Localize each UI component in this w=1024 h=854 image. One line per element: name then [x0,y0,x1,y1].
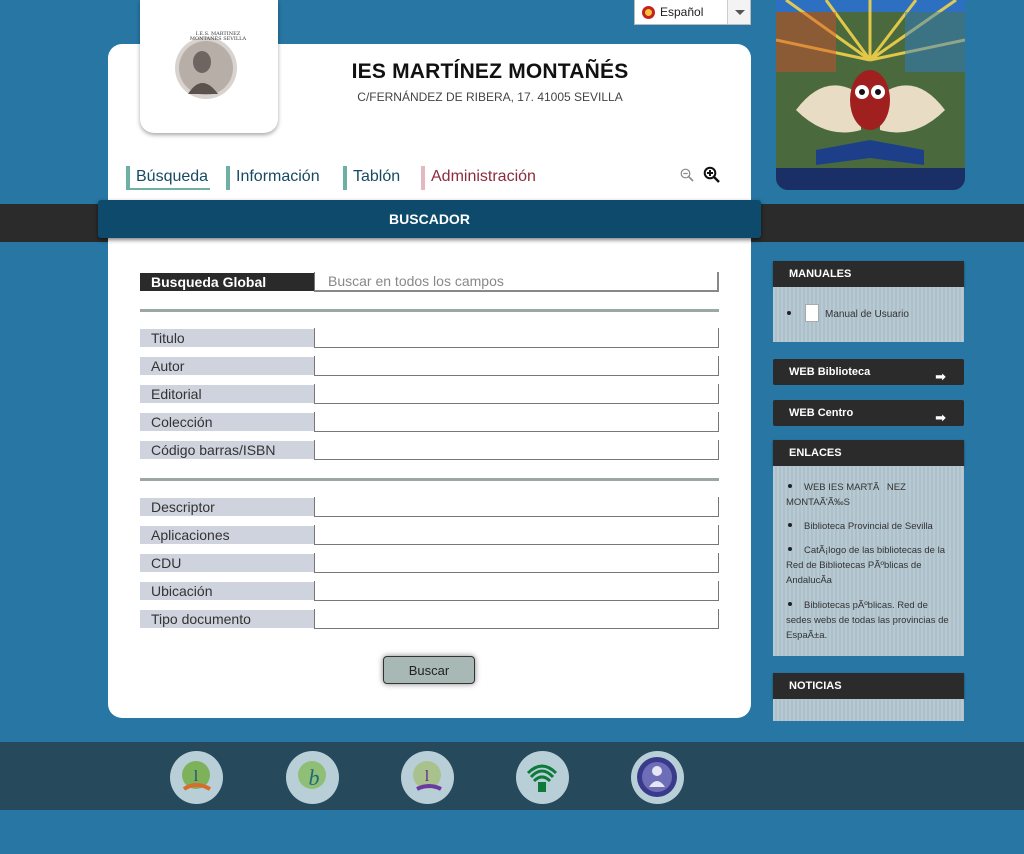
web-biblioteca-link[interactable]: WEB Biblioteca ➡ [773,359,964,385]
enlace-web-ies[interactable]: WEB IES MARTÃNEZ MONTAÃ'Ã‰S [786,480,951,510]
field-row-editorial: Editorial [140,384,719,404]
globe-b-icon: b [298,761,326,790]
globe-book-icon: l [182,761,211,791]
field-label: CDU [140,554,314,572]
junta-andalucia-icon [526,764,558,792]
field-label: Ubicación [140,582,314,600]
site-address: C/FERNÁNDEZ DE RIBERA, 17. 41005 SEVILLA [357,90,623,104]
footer-logo-2[interactable]: b [286,751,339,804]
enlaces-header: ENLACES [773,440,964,466]
coleccion-input[interactable] [314,412,719,432]
buscar-button[interactable]: Buscar [383,656,475,684]
isbn-input[interactable] [314,440,719,460]
noticias-header: NOTICIAS [773,673,964,699]
bullet [788,547,792,552]
field-label: Tipo documento [140,610,314,628]
field-label: Editorial [140,385,314,403]
language-label: Español [660,5,704,19]
enlace-label: CatÃ¡logo de las bibliotecas de la Red d… [786,545,946,586]
bullet [787,311,791,315]
field-row-tipo-documento: Tipo documento [140,609,719,629]
field-row-autor: Autor [140,356,719,376]
editorial-input[interactable] [314,384,719,404]
global-search-input[interactable]: Buscar en todos los campos [314,272,719,292]
field-row-isbn: Código barras/ISBN [140,440,719,460]
separator [140,478,719,481]
field-row-cdu: CDU [140,553,719,573]
field-label: Aplicaciones [140,526,314,544]
nav-administracion[interactable]: Administración [421,166,536,190]
stained-glass-banner [776,0,965,190]
footer-logo-junta[interactable] [516,751,569,804]
field-row-aplicaciones: Aplicaciones [140,525,719,545]
field-label: Código barras/ISBN [140,441,314,459]
arrow-right-icon: ➡ [935,410,946,425]
separator [140,309,719,312]
bullet [788,484,792,489]
school-logo[interactable]: I.E.S. MARTINEZ MONTAÑÉS SEVILLA [140,0,278,133]
buscador-title: BUSCADOR [389,211,470,227]
svg-text:l: l [425,768,430,785]
chevron-down-icon[interactable] [727,0,750,24]
aplicaciones-input[interactable] [314,525,719,545]
enlace-biblioteca-provincial[interactable]: Biblioteca Provincial de Sevilla [786,519,951,534]
svg-text:l: l [194,768,199,785]
cdu-input[interactable] [314,553,719,573]
zoom-in-icon[interactable] [703,166,720,183]
nav-tablon[interactable]: Tablón [343,166,400,190]
buscador-header: BUSCADOR [98,200,761,238]
enlace-label: Bibliotecas pÃºblicas. Red de sedes webs… [786,600,949,641]
web-biblioteca-label: WEB Biblioteca [789,366,871,378]
footer-logo-3[interactable]: l [401,751,454,804]
language-select[interactable]: Español [634,0,751,25]
field-row-descriptor: Descriptor [140,497,719,517]
autor-input[interactable] [314,356,719,376]
enlace-catalogo[interactable]: CatÃ¡logo de las bibliotecas de la Red d… [786,543,951,588]
field-label: Colección [140,413,314,431]
document-icon [805,304,819,322]
web-centro-label: WEB Centro [789,407,854,419]
figure-emblem-icon [637,757,677,797]
field-row-ubicacion: Ubicación [140,581,719,601]
footer-logo-5[interactable] [631,751,684,804]
web-centro-link[interactable]: WEB Centro ➡ [773,400,964,426]
descriptor-input[interactable] [314,497,719,517]
tipo-documento-input[interactable] [314,609,719,629]
svg-text:b: b [309,765,320,790]
spain-flag-icon [642,6,655,19]
manual-usuario-label: Manual de Usuario [825,309,909,320]
nav-busqueda[interactable]: Búsqueda [126,166,211,190]
globe-l-icon: l [413,761,442,791]
enlace-label: WEB IES MARTÃNEZ MONTAÃ'Ã‰S [786,482,906,508]
global-search-label: Busqueda Global [140,273,314,291]
bullet [788,523,792,528]
bullet [788,602,792,607]
nav-informacion[interactable]: Información [226,166,320,190]
enlace-bibliotecas-publicas[interactable]: Bibliotecas pÃºblicas. Red de sedes webs… [786,598,951,643]
logo-portrait-icon [175,37,237,99]
zoom-out-icon[interactable] [680,168,694,182]
ubicacion-input[interactable] [314,581,719,601]
site-title: IES MARTÍNEZ MONTAÑÉS [351,60,629,83]
titulo-input[interactable] [314,328,719,348]
logo-text: I.E.S. MARTINEZ MONTAÑÉS SEVILLA [189,31,247,42]
global-search-row: Busqueda Global Buscar en todos los camp… [140,272,719,292]
footer-logo-1[interactable]: l [170,751,223,804]
noticias-panel [773,699,964,721]
field-row-coleccion: Colección [140,412,719,432]
footer-band [0,742,1024,810]
field-label: Autor [140,357,314,375]
field-row-titulo: Titulo [140,328,719,348]
arrow-right-icon: ➡ [935,369,946,384]
enlace-label: Biblioteca Provincial de Sevilla [804,521,933,532]
manuales-header: MANUALES [773,261,964,287]
field-label: Titulo [140,329,314,347]
field-label: Descriptor [140,498,314,516]
